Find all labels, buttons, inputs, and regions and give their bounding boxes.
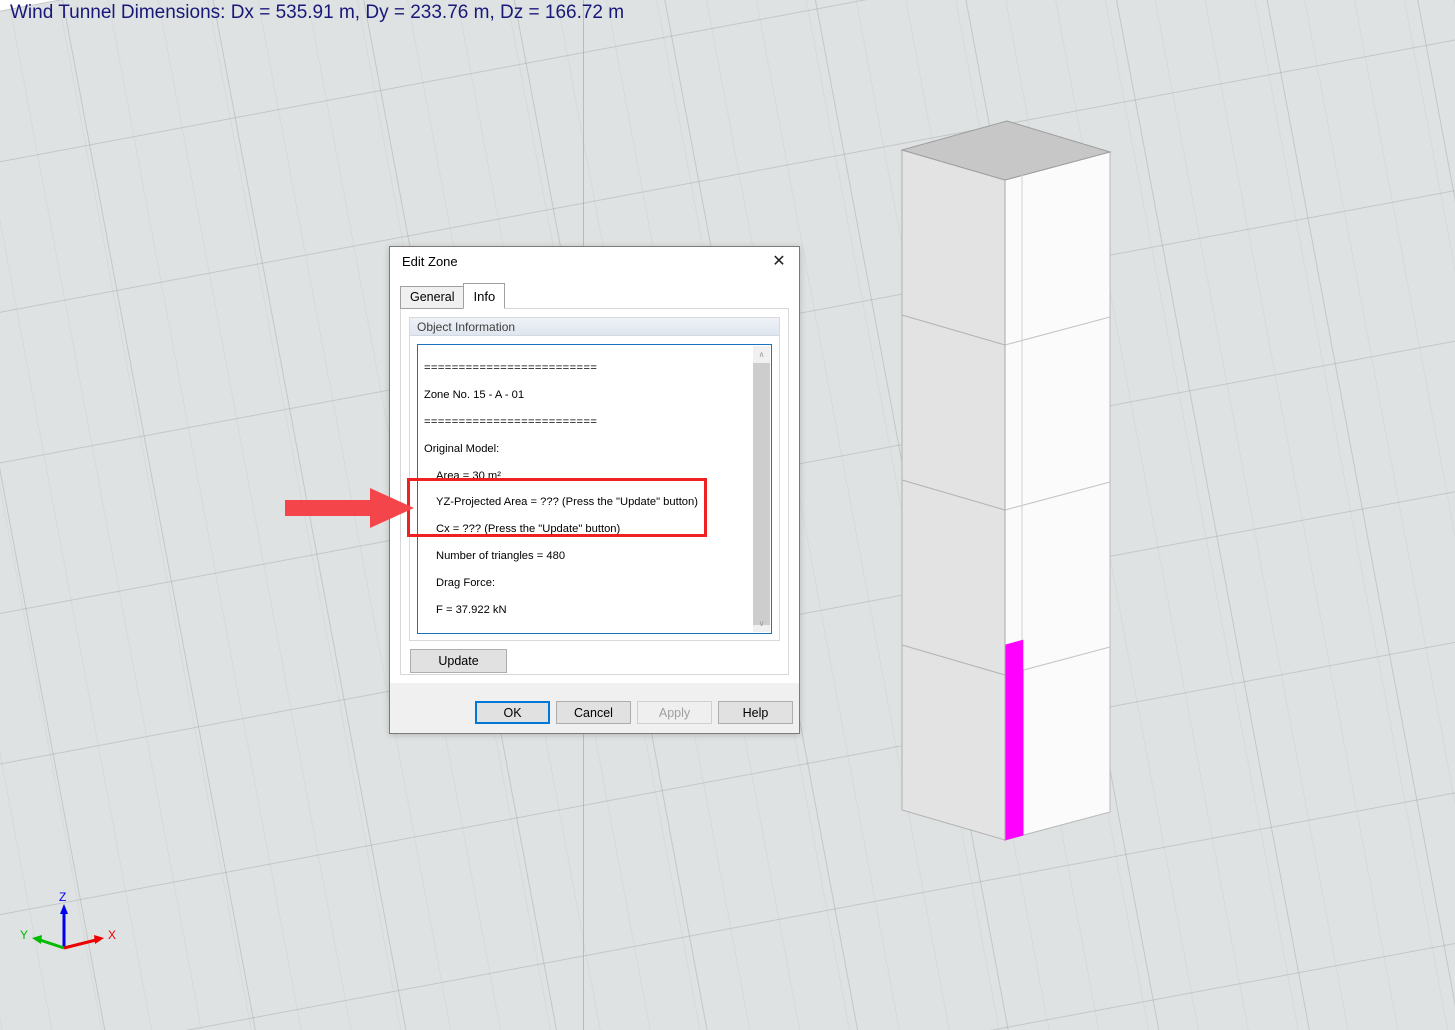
tab-panel-info: Object Information =====================… xyxy=(400,308,789,675)
object-information-textarea[interactable]: ========================= Zone No. 15 - … xyxy=(417,344,772,634)
object-information-text: ========================= Zone No. 15 - … xyxy=(424,349,751,631)
info-original-model-label: Original Model: xyxy=(424,442,500,455)
info-force-components: Fx = 0 kN, Fy = -37.922 kN, Fz = 0 kN xyxy=(424,630,751,631)
info-num-triangles: Number of triangles = 480 xyxy=(436,549,566,562)
axis-y-arrowhead xyxy=(32,935,42,944)
apply-button: Apply xyxy=(637,701,712,724)
info-area: Area = 30 m² xyxy=(436,469,501,482)
info-drag-force-label: Drag Force: xyxy=(436,576,496,589)
selected-zone-highlight-upper[interactable] xyxy=(1004,639,1024,677)
axis-label-z: Z xyxy=(59,890,67,904)
groupbox-title: Object Information xyxy=(410,318,779,336)
axis-y-line xyxy=(39,938,65,950)
cancel-button[interactable]: Cancel xyxy=(556,701,631,724)
info-zone-number: Zone No. 15 - A - 01 xyxy=(424,389,525,402)
dialog-titlebar[interactable]: Edit Zone ✕ xyxy=(390,247,799,278)
selected-zone-highlight[interactable] xyxy=(1004,669,1024,841)
help-button[interactable]: Help xyxy=(718,701,793,724)
info-separator-top: ========================= xyxy=(424,362,598,375)
dialog-title: Edit Zone xyxy=(402,254,458,269)
axis-triad: Z X Y xyxy=(20,890,130,975)
dialog-footer: OK Cancel Apply Help xyxy=(390,683,799,732)
info-vertical-scrollbar[interactable]: ∧ ∨ xyxy=(752,346,770,632)
ok-button[interactable]: OK xyxy=(475,701,550,724)
tab-info[interactable]: Info xyxy=(463,283,506,309)
scroll-down-icon[interactable]: ∨ xyxy=(753,615,770,632)
axis-x-line xyxy=(63,938,97,950)
tab-general[interactable]: General xyxy=(400,286,465,309)
scrollbar-thumb[interactable] xyxy=(753,363,770,625)
screenshot-root: Wind Tunnel Dimensions: Dx = 535.91 m, D… xyxy=(0,0,1455,1030)
info-force-total: F = 37.922 kN xyxy=(436,603,507,616)
scroll-up-icon[interactable]: ∧ xyxy=(753,346,770,363)
axis-label-y: Y xyxy=(20,928,29,942)
axis-x-arrowhead xyxy=(94,935,104,944)
close-icon[interactable]: ✕ xyxy=(759,247,799,277)
info-separator-bottom: ========================= xyxy=(424,416,598,428)
dialog-body: General Info Object Information ========… xyxy=(390,278,799,683)
tabstrip: General Info xyxy=(400,283,506,309)
axis-z-arrowhead xyxy=(60,904,68,914)
object-information-groupbox: Object Information =====================… xyxy=(409,317,780,641)
update-button[interactable]: Update xyxy=(410,649,507,673)
info-yz-projected-area: YZ-Projected Area = ??? (Press the "Upda… xyxy=(436,496,698,509)
wind-tunnel-dimensions-label: Wind Tunnel Dimensions: Dx = 535.91 m, D… xyxy=(10,2,625,23)
axis-label-x: X xyxy=(108,928,117,942)
edit-zone-dialog[interactable]: Edit Zone ✕ General Info Object Informat… xyxy=(389,246,800,734)
info-cx: Cx = ??? (Press the "Update" button) xyxy=(436,523,621,536)
